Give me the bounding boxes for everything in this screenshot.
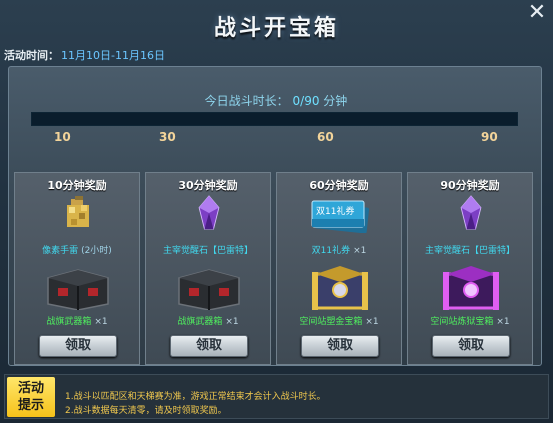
claim-button-10min[interactable]: 领取 — [39, 335, 117, 357]
battle-chest-window: 战斗开宝箱 ✕ 活动时间： 11月10日-11月16日 今日战斗时长： 0/90 … — [0, 0, 553, 423]
event-dates: 11月10日-11月16日 — [61, 49, 165, 62]
battle-time-label: 今日战斗时长： — [204, 94, 289, 108]
pixel-grenade-icon — [67, 196, 89, 227]
claim-button-60min[interactable]: 领取 — [301, 335, 379, 357]
reward-item1: 主宰觉醒石【巴雷特】 — [146, 243, 270, 256]
battle-time-max: /90 — [300, 94, 320, 108]
weapon-crate-icon — [178, 269, 240, 310]
reward-item2-qty: ×1 — [365, 317, 379, 327]
reward-item1-name: 双11礼券 — [311, 246, 351, 256]
gold-chest-icon — [312, 266, 368, 310]
reward-item1: 主宰觉醒石【巴雷特】 — [408, 243, 532, 256]
reward-item2-name: 空间站炼狱宝箱 — [430, 317, 494, 327]
window-title: 战斗开宝箱 — [213, 16, 339, 41]
reward-title: 10分钟奖励 — [47, 179, 107, 192]
reward-item1-qty: ×1 — [353, 246, 367, 256]
reward-card-60min: 60分钟奖励 双11礼券 双11礼券 ×1 空间站塑金宝箱 ×1 领取 — [276, 172, 402, 365]
event-time-label: 活动时间： — [4, 49, 59, 62]
coupon-card-text: 双11礼券 — [316, 205, 354, 217]
reward-title: 90分钟奖励 — [440, 179, 500, 192]
tick-10: 10 — [54, 130, 71, 144]
reward-card-90min: 90分钟奖励 主宰觉醒石【巴雷特】 空间站炼狱宝箱 ×1 领取 — [407, 172, 533, 365]
reward-card-30min: 30分钟奖励 主宰觉醒石【巴雷特】 战旗武器箱 ×1 领取 — [145, 172, 271, 365]
reward-item1-name: 主宰觉醒石【巴雷特】 — [424, 246, 515, 256]
battle-time-current: 0 — [292, 94, 301, 108]
reward-item2: 空间站塑金宝箱 ×1 — [277, 314, 401, 327]
reward-item2: 空间站炼狱宝箱 ×1 — [408, 314, 532, 327]
tip-line-2: 2.战斗数据每天清零，请及时领取奖励。 — [65, 406, 227, 416]
reward-item2-qty: ×1 — [496, 317, 510, 327]
battle-time-progress-bar — [31, 112, 518, 126]
reward-item2-name: 战旗武器箱 — [177, 317, 223, 327]
purple-crystal-icon — [198, 195, 220, 230]
weapon-crate-icon — [47, 269, 109, 310]
event-tips-badge: 活动 提示 — [7, 377, 55, 417]
event-time: 活动时间： 11月10日-11月16日 — [4, 47, 165, 63]
tick-90: 90 — [481, 130, 498, 144]
reward-item1-name: 像素手雷 — [42, 246, 79, 256]
purple-chest-icon — [443, 266, 499, 310]
reward-item1-suffix: (2小时) — [81, 246, 112, 256]
claim-button-30min[interactable]: 领取 — [170, 335, 248, 357]
reward-item1-name: 主宰觉醒石【巴雷特】 — [162, 246, 253, 256]
battle-time-unit: 分钟 — [323, 94, 348, 108]
tips-badge-line2: 提示 — [17, 398, 44, 413]
purple-crystal-icon — [460, 195, 482, 230]
reward-card-10min: 10分钟奖励 像素手雷 (2小时) 战旗武器箱 ×1 领取 — [14, 172, 140, 365]
reward-item1: 像素手雷 (2小时) — [15, 243, 139, 256]
tip-line-1: 1.战斗以匹配区和天梯赛为准，游戏正常结束才会计入战斗时长。 — [65, 392, 326, 402]
reward-title: 60分钟奖励 — [309, 179, 369, 192]
reward-title: 30分钟奖励 — [178, 179, 238, 192]
tips-badge-line1: 活动 — [17, 381, 44, 396]
tick-60: 60 — [317, 130, 334, 144]
reward-item2-name: 空间站塑金宝箱 — [299, 317, 363, 327]
reward-item1: 双11礼券 ×1 — [277, 243, 401, 256]
reward-item2: 战旗武器箱 ×1 — [15, 314, 139, 327]
reward-item2: 战旗武器箱 ×1 — [146, 314, 270, 327]
today-battle-time: 今日战斗时长： 0/90 分钟 — [9, 92, 543, 109]
double11-coupon-icon: 双11礼券 — [311, 200, 370, 233]
close-icon[interactable]: ✕ — [527, 2, 547, 24]
reward-item2-qty: ×1 — [94, 317, 108, 327]
reward-item2-qty: ×1 — [225, 317, 239, 327]
event-tips-bar: 活动 提示 1.战斗以匹配区和天梯赛为准，游戏正常结束才会计入战斗时长。 2.战… — [4, 374, 549, 419]
reward-panel: 今日战斗时长： 0/90 分钟 10 30 60 90 10分钟奖励 像素手雷 — [8, 66, 542, 366]
reward-item2-name: 战旗武器箱 — [46, 317, 92, 327]
claim-button-90min[interactable]: 领取 — [432, 335, 510, 357]
tick-30: 30 — [159, 130, 176, 144]
